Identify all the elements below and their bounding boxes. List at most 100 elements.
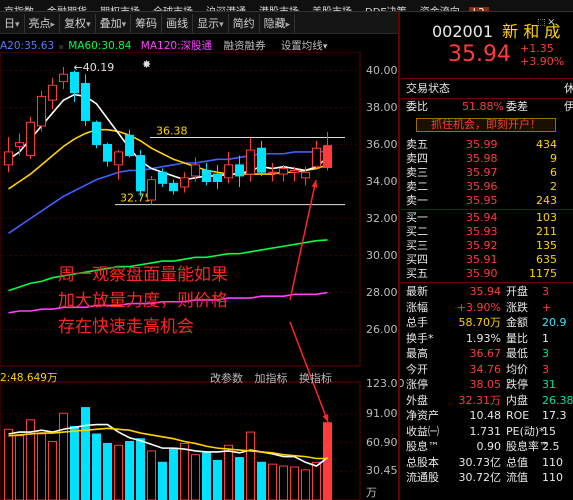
stat-value: 1.93% (466, 331, 501, 345)
stat-row: 收益㈠ 1.731 PE(动)* 15 (402, 425, 573, 439)
price-tick: 26.00 (366, 322, 398, 336)
toolbar-button-label: 画线 (166, 17, 189, 30)
stat-label: 最高 (406, 347, 428, 360)
candle-body (312, 147, 321, 168)
open-account-banner[interactable]: 抓住机会，即刻开户！ (416, 118, 556, 132)
toolbar-button[interactable]: 显示▾ (193, 14, 229, 33)
price-tick: 32.00 (366, 211, 398, 225)
price-tick: 34.00 (366, 174, 398, 188)
volume-bar (15, 435, 24, 500)
volume-bar (48, 441, 57, 500)
price-tick: 40.00 (366, 63, 398, 77)
stat-label: 流值 (506, 471, 528, 484)
candle-body (81, 82, 90, 121)
dropdown-arrow-icon: ▾ (15, 20, 20, 30)
ask-row[interactable]: 卖二 35.96 2 (402, 180, 573, 194)
trading-status-row: 交易状态 休 (402, 82, 573, 96)
chevron-down-icon[interactable]: ▾ (323, 42, 328, 52)
volume-bar (301, 469, 310, 500)
level-volume: 434 (536, 138, 557, 151)
stat-value: 58.70万 (458, 316, 502, 329)
volume-tick: 91.00 (366, 407, 398, 421)
candle-body (257, 147, 266, 173)
bid-row[interactable]: 买五 35.90 1175 (402, 267, 573, 281)
indicator-buttons: 改参数 加指标 换指标 (210, 370, 332, 386)
level-price: 35.92 (466, 239, 498, 252)
toolbar-button[interactable]: 隐藏▸ (260, 14, 296, 33)
candle-body (136, 155, 145, 192)
stat-row: 最高 36.67 最低 3 (402, 347, 573, 361)
stat-label: 涨跌 (506, 300, 528, 314)
volume-bar (290, 466, 299, 500)
stat-value: 3 (542, 347, 549, 360)
edit-params-button[interactable]: 改参数 (210, 372, 243, 385)
status-value: 休 (564, 82, 573, 95)
toolbar-button[interactable]: 复权▾ (60, 14, 96, 33)
stat-row: 今开 34.76 均价 3 (402, 363, 573, 377)
ma10-line (8, 128, 328, 190)
high-label: ←40.19 (74, 61, 115, 74)
volume-bar (81, 407, 90, 500)
level-price: 35.93 (466, 225, 498, 238)
stat-value: +3.90% (456, 300, 501, 314)
toolbar-button-label: 显示 (197, 17, 220, 30)
toolbar-button[interactable]: 简约 (229, 14, 260, 33)
toolbar-button[interactable]: 亮点▸ (25, 14, 61, 33)
toolbar-button-label: 复权 (64, 17, 87, 30)
ask-row[interactable]: 卖四 35.98 9 (402, 152, 573, 166)
dropdown-arrow-icon: ▾ (121, 20, 127, 30)
bid-row[interactable]: 买二 35.93 211 (402, 225, 573, 239)
volume-bar (70, 425, 79, 500)
separator (402, 282, 573, 283)
stat-row: 换手* 1.93% 量比 1 (402, 332, 573, 346)
quote-panel: 002001 新 和 成 35.94 +1.35 +3.90% 交易状态 休 委… (402, 12, 573, 500)
stat-row: 涨停 38.05 跌停 31 (402, 378, 573, 392)
ask-row[interactable]: 卖三 35.97 6 (402, 166, 573, 180)
stat-label: 金额 (506, 316, 528, 329)
stat-value: 0.90 (476, 440, 502, 453)
add-indicator-button[interactable]: 加指标 (255, 372, 288, 385)
level-volume: 135 (536, 239, 557, 252)
volume-bar (312, 461, 321, 500)
switch-indicator-button[interactable]: 换指标 (299, 372, 332, 385)
candle-body (147, 179, 156, 201)
stat-value: 26.38 (542, 393, 573, 407)
bid-row[interactable]: 买三 35.92 135 (402, 239, 573, 253)
ma120-legend: MA120:深股通 (140, 40, 213, 52)
stat-label: 净资产 (406, 409, 439, 422)
stat-value: 110 (542, 455, 563, 469)
set-ma-button[interactable]: 设置均线 (281, 40, 323, 52)
toolbar-button[interactable]: 叠加▾ (96, 14, 132, 33)
stat-value: 1.731 (469, 424, 502, 438)
bid-row[interactable]: 买四 35.91 635 (402, 253, 573, 267)
volume-bar (257, 461, 266, 500)
change-amount: +1.35 (520, 42, 554, 55)
ask-row[interactable]: 卖一 35.95 243 (402, 194, 573, 208)
level-price: 35.94 (466, 211, 498, 224)
level-price: 35.91 (466, 253, 498, 266)
bid-row[interactable]: 买一 35.94 103 (402, 211, 573, 225)
volume-bar (235, 457, 244, 500)
ma-dropdown-icon[interactable]: ▪ (57, 42, 64, 51)
price-tick: 30.00 (366, 248, 398, 262)
stat-value: 2.5 (542, 440, 560, 453)
stat-label: 涨停 (406, 378, 428, 391)
tab-margin-trading[interactable]: 融资融券 (223, 40, 265, 52)
volume-bar (323, 422, 332, 500)
toolbar-button-label: 亮点 (28, 17, 51, 30)
level-label: 买五 (406, 267, 428, 280)
stat-value: 36.67 (469, 347, 502, 360)
volume-bar (136, 438, 145, 500)
toolbar-button[interactable]: 画线 (162, 14, 194, 33)
volume-bar (92, 433, 101, 500)
ask-row[interactable]: 卖五 35.99 434 (402, 138, 573, 152)
candle-body (323, 145, 332, 168)
volume-bar (103, 442, 112, 500)
level-label: 买二 (406, 225, 428, 238)
toolbar-button[interactable]: 筹码 (131, 14, 163, 33)
annotation-line: 加大放量力度，则价格 (58, 291, 228, 311)
separator (402, 209, 573, 210)
toolbar-button[interactable]: 日▾ (0, 14, 25, 33)
volume-bar (202, 452, 211, 500)
volume-bar (191, 454, 200, 500)
